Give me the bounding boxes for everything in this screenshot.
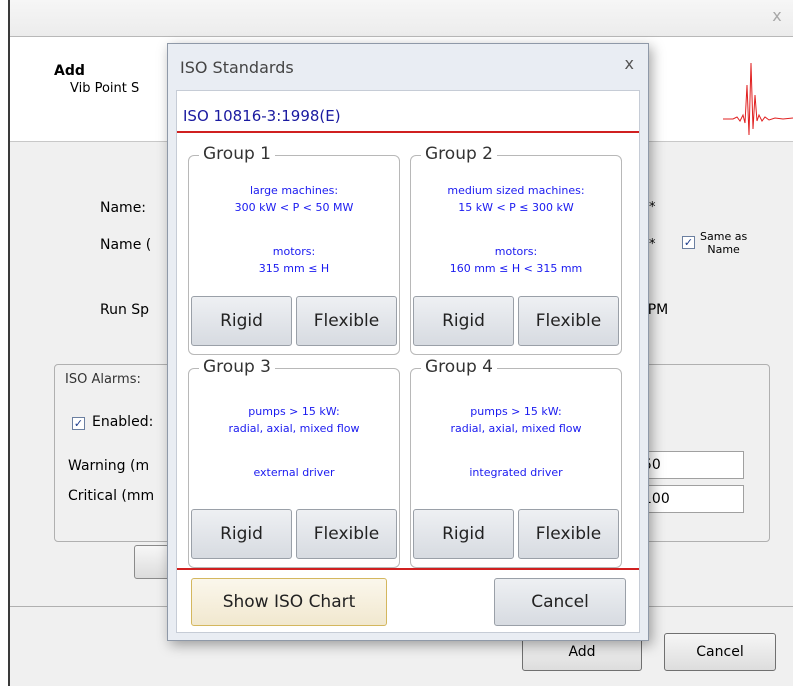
- group-title: Group 2: [421, 144, 497, 164]
- group-desc-line: 15 kW < P ≤ 300 kW: [458, 201, 574, 214]
- run-speed-label: Run Sp: [100, 302, 150, 318]
- iso-dialog-title: ISO Standards: [180, 58, 294, 77]
- group-desc-line: medium sized machines:: [447, 184, 585, 197]
- same-as-name-label: Same as Name: [700, 230, 747, 256]
- group-2-flexible-button[interactable]: Flexible: [518, 296, 619, 346]
- enabled-checkbox[interactable]: ✓: [72, 417, 85, 430]
- header-divider: [177, 131, 639, 133]
- warning-label: Warning (m: [68, 458, 150, 474]
- same-as-name-line2: Name: [707, 243, 740, 256]
- group-desc-line: external driver: [253, 466, 335, 479]
- group-1-box: Group 1 large machines: 300 kW < P < 50 …: [188, 144, 400, 355]
- group-4-flexible-button[interactable]: Flexible: [518, 509, 619, 559]
- group-2-rigid-button[interactable]: Rigid: [413, 296, 514, 346]
- iso-standards-dialog: ISO Standards x ISO 10816-3:1998(E) Grou…: [167, 43, 649, 641]
- group-title: Group 3: [199, 357, 275, 377]
- group-desc-line: radial, axial, mixed flow: [450, 422, 582, 435]
- iso-dialog-body: ISO 10816-3:1998(E) Group 1 large machin…: [176, 90, 640, 633]
- show-iso-chart-button[interactable]: Show ISO Chart: [191, 578, 387, 626]
- close-icon[interactable]: x: [767, 6, 787, 26]
- group-title: Group 1: [199, 144, 275, 164]
- dialog-titlebar: x: [10, 0, 793, 36]
- group-title: Group 4: [421, 357, 497, 377]
- cancel-button[interactable]: Cancel: [664, 633, 776, 671]
- critical-label: Critical (mm: [68, 488, 155, 504]
- group-desc-line: motors:: [494, 245, 538, 258]
- waveform-icon: [723, 62, 793, 135]
- iso-standard-title: ISO 10816-3:1998(E): [183, 107, 341, 125]
- group-desc-line: motors:: [272, 245, 316, 258]
- header-title: Add: [54, 63, 85, 79]
- group-desc-line: 315 mm ≤ H: [258, 262, 330, 275]
- close-icon[interactable]: x: [625, 54, 634, 73]
- group-desc-line: pumps > 15 kW:: [470, 405, 562, 418]
- group-desc-line: radial, axial, mixed flow: [228, 422, 360, 435]
- warning-input[interactable]: 50: [638, 451, 744, 479]
- group-4-rigid-button[interactable]: Rigid: [413, 509, 514, 559]
- group-2-box: Group 2 medium sized machines: 15 kW < P…: [410, 144, 622, 355]
- critical-input[interactable]: 100: [638, 485, 744, 513]
- iso-cancel-button[interactable]: Cancel: [494, 578, 626, 626]
- same-as-name-checkbox[interactable]: ✓: [682, 236, 695, 249]
- group-1-flexible-button[interactable]: Flexible: [296, 296, 397, 346]
- group-3-rigid-button[interactable]: Rigid: [191, 509, 292, 559]
- required-marker-2: *: [649, 237, 656, 252]
- group-desc-line: large machines:: [249, 184, 339, 197]
- group-desc-line: 300 kW < P < 50 MW: [234, 201, 354, 214]
- group-1-rigid-button[interactable]: Rigid: [191, 296, 292, 346]
- group-3-box: Group 3 pumps > 15 kW: radial, axial, mi…: [188, 357, 400, 568]
- same-as-name-line1: Same as: [700, 230, 748, 243]
- name-2-label: Name (: [100, 237, 152, 253]
- footer-divider: [177, 568, 639, 570]
- iso-dialog-titlebar: ISO Standards x: [168, 44, 648, 88]
- name-label: Name:: [100, 200, 147, 216]
- iso-alarms-label: ISO Alarms:: [62, 372, 144, 387]
- group-3-flexible-button[interactable]: Flexible: [296, 509, 397, 559]
- enabled-label: Enabled:: [92, 414, 154, 430]
- required-marker: *: [649, 200, 656, 215]
- group-desc-line: pumps > 15 kW:: [248, 405, 340, 418]
- group-desc-line: 160 mm ≤ H < 315 mm: [449, 262, 583, 275]
- group-desc-line: integrated driver: [469, 466, 563, 479]
- header-subtitle: Vib Point S: [70, 81, 140, 96]
- group-4-box: Group 4 pumps > 15 kW: radial, axial, mi…: [410, 357, 622, 568]
